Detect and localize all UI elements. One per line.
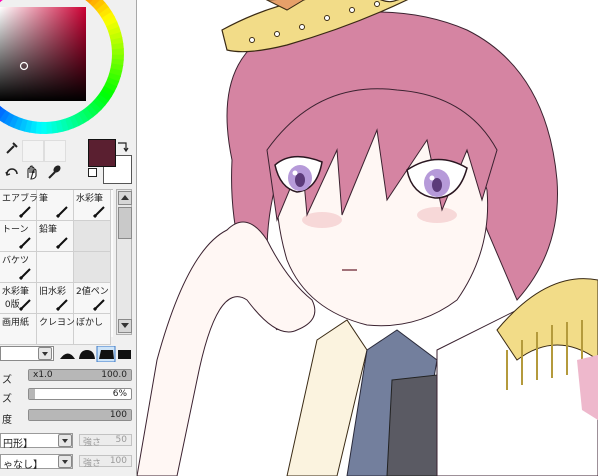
scroll-up-button[interactable] — [118, 191, 132, 205]
tool-slot[interactable] — [37, 252, 74, 283]
hand-icon[interactable] — [24, 164, 40, 180]
density-row: 度 100 — [0, 409, 136, 426]
shape-select[interactable]: 円形】 — [0, 433, 73, 450]
airbrush-icon — [18, 204, 33, 219]
watercolor2-icon — [18, 297, 33, 312]
tip-square-icon — [118, 350, 131, 359]
texture-strength-value: 100 — [109, 456, 127, 466]
tool-slot[interactable]: 2値ペン — [74, 283, 111, 314]
tool-label: 旧水彩 — [39, 287, 67, 297]
bucket-icon — [18, 266, 33, 281]
tool-slot[interactable]: 鉛筆 — [37, 221, 74, 252]
swap-colors-icon[interactable] — [116, 140, 130, 154]
tool-slot[interactable]: ぼかし — [74, 314, 111, 345]
tool-slot[interactable]: 旧水彩 — [37, 283, 74, 314]
brush-size-row: ズ x1.0 100.0 — [0, 369, 136, 386]
shape-strength-slider[interactable]: 強さ 50 — [79, 434, 132, 448]
tool-slot[interactable] — [74, 221, 111, 252]
drawing-canvas[interactable] — [137, 0, 598, 476]
watercolor-icon — [92, 204, 107, 219]
tool-label: クレヨン — [39, 318, 76, 328]
blank-tool-2[interactable] — [44, 140, 66, 162]
brush-size-value: 100.0 — [101, 370, 127, 380]
tool-label: 筆 — [39, 194, 49, 204]
scroll-down-button[interactable] — [118, 319, 132, 333]
min-size-row: ズ 6% — [0, 388, 136, 405]
tool-slot[interactable]: 筆 — [37, 190, 74, 221]
tool-slot[interactable]: 水彩筆 0版 — [0, 283, 37, 314]
artwork — [137, 0, 598, 476]
tool-grid: エアブラシ筆 水彩筆トーン 鉛筆バケツ水彩筆 0版 旧水彩 2値ペン画用紙 クレヨン ぼかし — [0, 189, 113, 345]
tool-slot[interactable]: トーン — [0, 221, 37, 252]
tool-label: トーン — [2, 225, 29, 235]
shape-row: 円形】 強さ 50 — [0, 433, 136, 450]
rotate-icon[interactable] — [4, 164, 20, 180]
min-size-slider[interactable]: 6% — [28, 388, 132, 400]
brush-size-slider[interactable]: x1.0 100.0 — [28, 369, 132, 381]
texture-row: ゃなし】 強さ 100 — [0, 454, 136, 471]
tool-label: 水彩筆 — [76, 194, 104, 204]
tool-slot[interactable]: バケツ — [0, 252, 37, 283]
tool-label: 2値ペン — [76, 287, 109, 297]
density-label: 度 — [2, 415, 12, 426]
blend-mode-select[interactable] — [0, 346, 54, 361]
brush-size-multiplier[interactable]: x1.0 — [33, 370, 53, 380]
tip-medium-icon — [79, 350, 95, 359]
min-size-value: 6% — [112, 389, 127, 399]
tone-icon — [18, 235, 33, 250]
min-size-label: ズ — [2, 394, 12, 405]
old-watercolor-icon — [55, 297, 70, 312]
tool-slot[interactable]: エアブラシ — [0, 190, 47, 221]
texture-strength-label: 強さ — [83, 459, 102, 469]
shape-strength-label: 強さ — [83, 438, 102, 448]
tip-soft-icon — [60, 353, 75, 359]
tool-label: 鉛筆 — [39, 225, 58, 235]
shape-select-value: 円形】 — [3, 439, 33, 450]
tool-label: ぼかし — [76, 318, 104, 328]
eyedropper-icon[interactable] — [4, 140, 20, 156]
tool-panel: エアブラシ筆 水彩筆トーン 鉛筆バケツ水彩筆 0版 旧水彩 2値ペン画用紙 クレヨン ぼかし… — [0, 0, 137, 476]
texture-strength-slider[interactable]: 強さ 100 — [79, 455, 132, 469]
binary-pen-icon — [92, 297, 107, 312]
tool-slot[interactable]: 水彩筆 — [74, 190, 111, 221]
tool-slot[interactable] — [74, 252, 111, 283]
color-picker-icon[interactable] — [46, 164, 62, 180]
shape-strength-value: 50 — [115, 435, 127, 445]
tool-grid-scrollbar[interactable] — [116, 189, 132, 335]
reset-colors-icon[interactable] — [88, 168, 97, 177]
tool-slot[interactable]: 画用紙 — [0, 314, 37, 345]
color-wheel[interactable] — [0, 0, 136, 134]
texture-select[interactable]: ゃなし】 — [0, 454, 73, 471]
main-color-swatch[interactable] — [88, 139, 116, 167]
tool-label: 画用紙 — [2, 318, 30, 328]
density-slider[interactable]: 100 — [28, 409, 132, 421]
blank-tool-1[interactable] — [22, 140, 44, 162]
tool-slot[interactable]: クレヨン — [37, 314, 76, 345]
brush-size-label: ズ — [2, 375, 12, 386]
tool-label: バケツ — [2, 256, 30, 266]
tip-hard-icon — [99, 350, 114, 359]
pencil-icon — [55, 235, 70, 250]
brush-icon — [55, 204, 70, 219]
scroll-thumb[interactable] — [118, 207, 132, 239]
brush-tip-presets[interactable] — [58, 346, 134, 362]
density-value: 100 — [109, 410, 127, 420]
texture-select-value: ゃなし】 — [3, 460, 43, 471]
